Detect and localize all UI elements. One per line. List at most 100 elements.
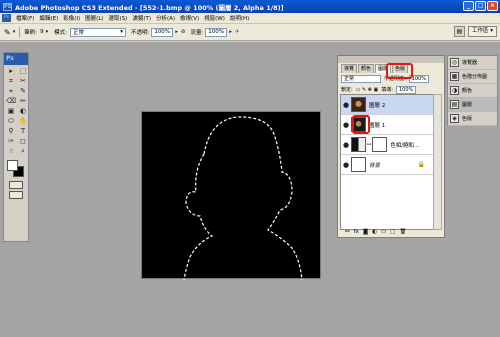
- layer-opacity-value: 100%: [411, 75, 426, 82]
- menu-edit[interactable]: 編輯(E): [39, 14, 58, 22]
- divider: [19, 26, 21, 38]
- workspace-button[interactable]: 工作區 ▾: [467, 26, 497, 37]
- menu-filter[interactable]: 濾鏡(T): [132, 14, 151, 22]
- airbrush-icon[interactable]: ✈: [235, 29, 240, 35]
- layer-style-icon[interactable]: fx: [354, 229, 359, 235]
- ps-menu-icon[interactable]: Ps: [2, 14, 11, 22]
- dock-item-histogram[interactable]: ▦ 色階分佈圖: [448, 70, 497, 84]
- fill-input[interactable]: 100%: [395, 85, 417, 94]
- photoshop-app-icon: PS: [3, 2, 12, 11]
- dock-item-label: 色版: [462, 116, 473, 122]
- layer-row[interactable]: ● ⚯ 色相/飽和...: [341, 135, 433, 155]
- notes-tool-icon[interactable]: ☝: [5, 146, 17, 156]
- dock-item-label: 色階分佈圖: [462, 74, 488, 80]
- link-layers-icon[interactable]: ⚯: [345, 229, 350, 235]
- quick-mask-button[interactable]: [9, 181, 23, 189]
- eraser-tool-icon[interactable]: ⌫: [5, 96, 17, 106]
- lasso-tool-icon[interactable]: ⌗: [5, 76, 17, 86]
- type-tool-icon[interactable]: T: [17, 126, 29, 136]
- maximize-button[interactable]: □: [475, 1, 486, 11]
- gradient-tool-icon[interactable]: ▣: [5, 106, 17, 116]
- tool-preset-dropdown-icon[interactable]: ▾: [13, 29, 16, 35]
- layer-name[interactable]: 圖層 2: [369, 101, 385, 109]
- adjustment-layer-icon[interactable]: ◐: [372, 229, 377, 235]
- hand-tool-icon[interactable]: ✋: [17, 116, 29, 126]
- thumbnail-highlight-annotation: [352, 115, 370, 134]
- layers-footer: ⚯ fx ◙ ◐ ▭ ▢ 🗑: [340, 228, 434, 236]
- brush-label: 筆刷:: [24, 30, 38, 36]
- opacity-dropdown-icon[interactable]: ▸: [175, 29, 178, 35]
- mode-select[interactable]: 正常 ▾: [69, 27, 126, 37]
- mode-buttons: [4, 179, 28, 199]
- layer-row[interactable]: ● 背景 🔒: [341, 155, 433, 175]
- history-brush-tool-icon[interactable]: ✏: [17, 96, 29, 106]
- close-button[interactable]: ×: [487, 1, 498, 11]
- minimize-button[interactable]: _: [463, 1, 474, 11]
- brush-dropdown-icon[interactable]: ▾: [46, 29, 49, 35]
- dodge-tool-icon[interactable]: ◐: [17, 106, 29, 116]
- dock-item-navigator[interactable]: ◎ 導覽器: [448, 56, 497, 70]
- lock-icons[interactable]: ▭ ✎ ✥ ▣: [356, 87, 379, 93]
- tab-highlight-annotation: [386, 63, 413, 79]
- panel-header[interactable]: [338, 56, 444, 63]
- dock-item-channels[interactable]: ◈ 色版: [448, 112, 497, 126]
- lock-icon: 🔒: [417, 161, 425, 168]
- fill-value: 100%: [398, 86, 414, 93]
- document-canvas[interactable]: [141, 111, 321, 280]
- brush-size-value[interactable]: 9: [40, 29, 44, 35]
- new-layer-icon[interactable]: ▢: [390, 229, 395, 235]
- foreground-color-swatch[interactable]: [7, 160, 18, 171]
- layers-scrollbar[interactable]: [433, 94, 442, 230]
- flow-dropdown-icon[interactable]: ▸: [229, 29, 232, 35]
- menu-layer[interactable]: 圖層(L): [85, 14, 103, 22]
- tab-color[interactable]: 顏色: [358, 64, 375, 73]
- eye-icon[interactable]: ●: [341, 141, 351, 149]
- zoom-tool-icon[interactable]: ⌕: [17, 146, 29, 156]
- layer-name[interactable]: 色相/飽和...: [390, 141, 419, 149]
- shape-tool-icon[interactable]: ◻: [17, 136, 29, 146]
- brush-tool-icon-2[interactable]: ✎: [17, 86, 29, 96]
- path-select-tool-icon[interactable]: ✑: [5, 136, 17, 146]
- menu-view[interactable]: 檢視(V): [180, 14, 199, 22]
- tablet-opacity-icon[interactable]: ⊘: [181, 29, 186, 35]
- group-icon[interactable]: ▭: [381, 229, 386, 235]
- fill-label: 填滿:: [381, 87, 393, 93]
- move-tool-icon[interactable]: ▸: [5, 66, 17, 76]
- pen-tool-icon[interactable]: ⚲: [5, 126, 17, 136]
- eye-icon[interactable]: ●: [341, 121, 351, 129]
- layer-name[interactable]: 圖層 1: [369, 121, 385, 129]
- layer-name[interactable]: 背景: [369, 161, 380, 169]
- chevron-down-icon: ▾: [120, 29, 123, 35]
- dock-item-layers[interactable]: ▤ 圖層: [448, 98, 497, 112]
- ps-logo: Ps: [4, 53, 28, 65]
- blur-tool-icon[interactable]: ⬭: [5, 116, 17, 126]
- marquee-tool-icon[interactable]: ⬚: [17, 66, 29, 76]
- menu-analysis[interactable]: 分析(A): [156, 14, 175, 22]
- histogram-icon: ▦: [450, 72, 459, 81]
- tools-panel: Ps ▸ ⬚ ⌗ ✂ ⌖ ✎ ⌫ ✏ ▣ ◐ ⬭ ✋ ⚲ T ✑ ◻ ☝ ⌕: [3, 52, 29, 242]
- layers-list: ● 圖層 2 ● 圖層 1 ● ⚯ 色相/飽和... ● 背景 🔒: [340, 94, 434, 230]
- options-bar: ✎ ▾ 筆刷: 9 ▾ 模式: 正常 ▾ 不透明: 100% ▸ ⊘ 流量: 1…: [0, 24, 500, 41]
- healing-tool-icon[interactable]: ⌖: [5, 86, 17, 96]
- brush-tool-icon[interactable]: ✎: [4, 28, 11, 37]
- eye-icon[interactable]: ●: [341, 101, 351, 109]
- opacity-input[interactable]: 100%: [151, 27, 174, 37]
- blend-mode-select[interactable]: 正常: [341, 74, 381, 83]
- menu-image[interactable]: 影像(I): [63, 14, 80, 22]
- tab-navigator[interactable]: 導覽: [341, 64, 358, 73]
- trash-icon[interactable]: 🗑: [399, 229, 406, 235]
- adjustment-thumbnail: [351, 137, 366, 152]
- palette-well-icon[interactable]: ▤: [453, 26, 465, 37]
- dock-item-color[interactable]: ◑ 顏色: [448, 84, 497, 98]
- menu-select[interactable]: 選取(S): [109, 14, 128, 22]
- crop-tool-icon[interactable]: ✂: [17, 76, 29, 86]
- flow-input[interactable]: 100%: [205, 27, 228, 37]
- screen-mode-button[interactable]: [9, 191, 23, 199]
- menu-file[interactable]: 檔案(F): [16, 14, 34, 22]
- eye-icon[interactable]: ●: [341, 161, 351, 169]
- layer-row[interactable]: ● 圖層 2: [341, 95, 433, 115]
- menu-window[interactable]: 視窗(W): [204, 14, 225, 22]
- layer-mask-icon[interactable]: ◙: [363, 229, 368, 235]
- layer-row[interactable]: ● 圖層 1: [341, 115, 433, 135]
- menu-help[interactable]: 說明(H): [230, 14, 249, 22]
